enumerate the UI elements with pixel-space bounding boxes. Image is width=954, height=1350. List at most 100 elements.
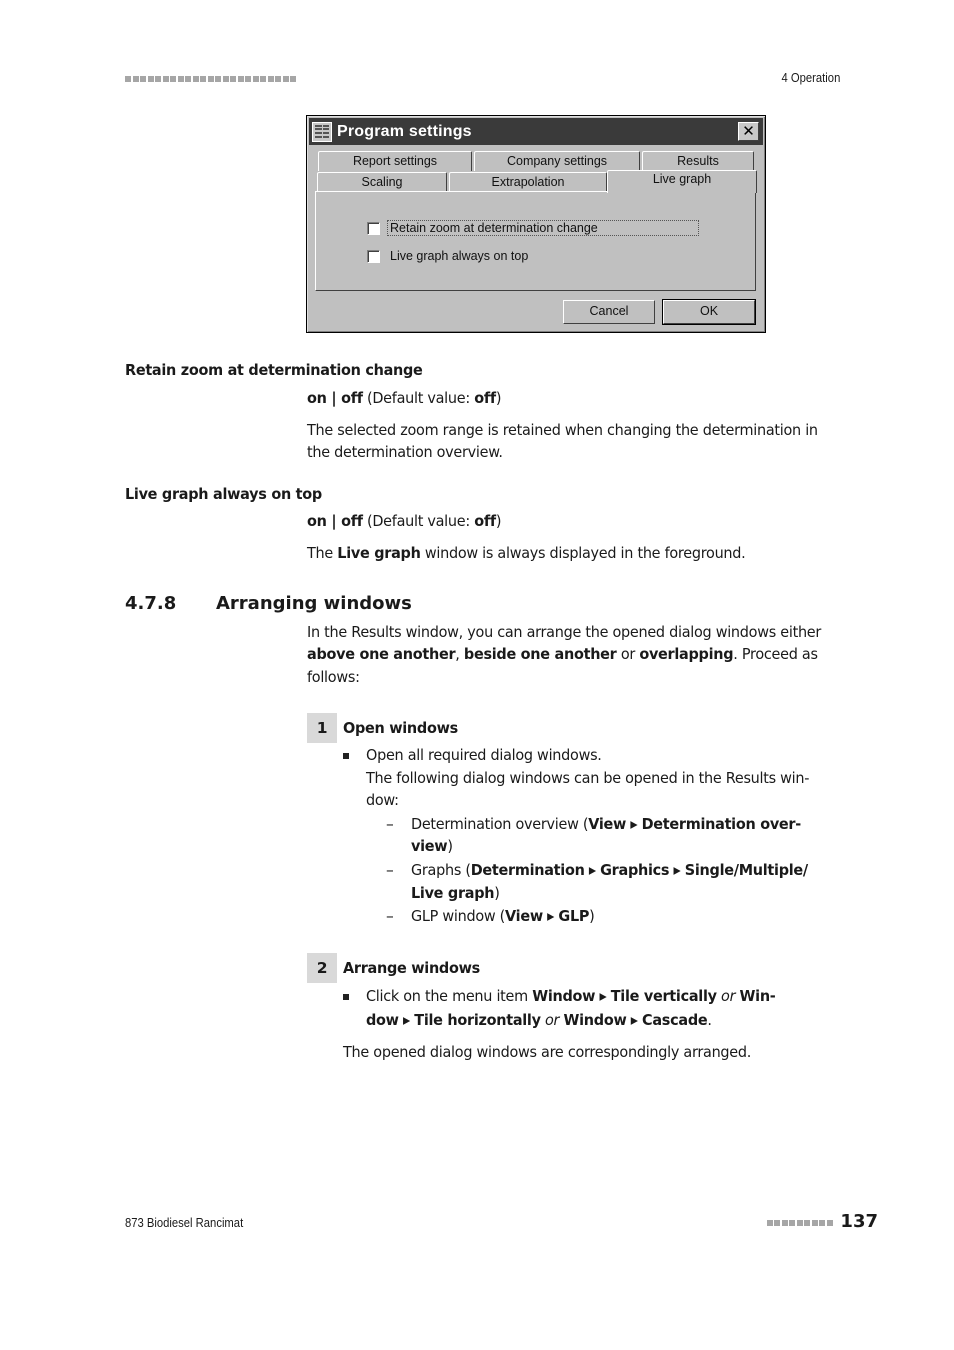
footer-page: 137 [766, 1211, 878, 1232]
menu-path: Window [532, 987, 596, 1005]
section-intro-line1: In the Results window, you can arrange t… [307, 623, 822, 641]
default-value: off [474, 512, 496, 530]
param-title-live-graph-on-top: Live graph always on top [125, 485, 322, 503]
sub-text: ) [494, 884, 500, 902]
intro-text: or [616, 645, 640, 663]
menu-path: Live graph [411, 884, 495, 902]
value-sep: | [326, 389, 342, 407]
step2-instruction-line2: dow ▸ Tile horizontally or Window ▸ Casc… [366, 1009, 712, 1032]
step-number: 1 [307, 713, 337, 743]
dialog-titlebar: Program settings ✕ [309, 118, 763, 145]
value-off: off [341, 389, 363, 407]
retain-zoom-option[interactable]: Retain zoom at determination change [367, 220, 699, 236]
step-number: 2 [307, 953, 337, 983]
menu-path: Single/Multiple/ [684, 861, 808, 879]
ok-button[interactable]: OK [662, 299, 756, 325]
tab-results[interactable]: Results [642, 151, 754, 171]
step-bullet-text: Open all required dialog windows. [366, 746, 602, 764]
tab-live-graph[interactable]: Live graph [607, 170, 757, 193]
step-title: Arrange windows [343, 959, 480, 977]
section-number: 4.7.8 [125, 593, 177, 614]
menu-arrow-icon: ▸ [669, 861, 685, 879]
section-heading: 4.7.8 Arranging windows [125, 593, 412, 614]
menu-path: dow [366, 1011, 399, 1029]
retain-zoom-checkbox[interactable] [367, 221, 380, 235]
menu-arrow-icon: ▸ [626, 1011, 643, 1029]
intro-bold: overlapping [639, 645, 734, 663]
sub-text: Determination overview ( [411, 815, 589, 833]
section-intro-line2: above one another, beside one another or… [307, 643, 837, 666]
menu-path: view [411, 837, 448, 855]
menu-path: Determination over- [641, 815, 802, 833]
section-intro-line3: follows: [307, 668, 360, 686]
cancel-button[interactable]: Cancel [563, 300, 655, 324]
program-settings-dialog: Program settings ✕ Report settings Compa… [306, 115, 766, 333]
param-values-retain-zoom: on | off (Default value: off) [307, 387, 837, 410]
header-decoration [125, 74, 298, 84]
footer-product-name: 873 Biodiesel Rancimat [125, 1216, 244, 1230]
sub-text: ) [447, 837, 453, 855]
value-on: on [307, 389, 327, 407]
dash-icon: – [386, 861, 394, 879]
tab-report-settings[interactable]: Report settings [318, 151, 472, 171]
sub-item-graphs: Graphs (Determination ▸ Graphics ▸ Singl… [411, 859, 808, 882]
instr-text: . [707, 1011, 712, 1029]
menu-path: View [505, 907, 543, 925]
instr-or: or [716, 987, 740, 1005]
desc-text: window is always displayed in the foregr… [420, 544, 746, 562]
desc-text: The [307, 544, 338, 562]
tab-extrapolation[interactable]: Extrapolation [449, 172, 607, 192]
section-title: Arranging windows [216, 593, 412, 614]
live-graph-on-top-checkbox[interactable] [367, 249, 380, 263]
live-graph-on-top-option[interactable]: Live graph always on top [367, 249, 528, 263]
menu-arrow-icon: ▸ [584, 861, 601, 879]
menu-arrow-icon: ▸ [542, 907, 559, 925]
value-on: on [307, 512, 327, 530]
menu-path: GLP [558, 907, 590, 925]
default-prefix: (Default value: [362, 389, 475, 407]
value-off: off [341, 512, 363, 530]
menu-path: Determination [470, 861, 585, 879]
intro-text: . Proceed as [733, 645, 818, 663]
step-note-line1: The following dialog windows can be open… [366, 769, 810, 787]
tab-scaling[interactable]: Scaling [317, 172, 447, 192]
menu-path: Tile vertically [610, 987, 717, 1005]
bullet-icon [343, 753, 349, 759]
sub-item-determination-overview-cont: view) [411, 835, 453, 858]
menu-path: Cascade [642, 1011, 708, 1029]
param-title-retain-zoom: Retain zoom at determination change [125, 361, 423, 379]
menu-path: Graphics [600, 861, 670, 879]
sub-text: GLP window ( [411, 907, 506, 925]
instr-or: or [540, 1011, 564, 1029]
step2-instruction-line1: Click on the menu item Window ▸ Tile ver… [366, 985, 776, 1008]
default-suffix: ) [495, 389, 502, 407]
menu-path: Tile horizontally [414, 1011, 541, 1029]
retain-zoom-label: Retain zoom at determination change [387, 220, 699, 236]
tab-panel-live-graph [315, 191, 756, 291]
tab-company-settings[interactable]: Company settings [474, 151, 640, 171]
param-desc-retain-zoom-line2: the determination overview. [307, 443, 503, 461]
param-desc-retain-zoom-line1: The selected zoom range is retained when… [307, 421, 818, 439]
bullet-icon [343, 994, 349, 1000]
param-desc-live-graph-on-top: The Live graph window is always displaye… [307, 542, 837, 565]
step-note-line2: dow: [366, 791, 399, 809]
default-value: off [474, 389, 496, 407]
dialog-title: Program settings [337, 122, 472, 140]
sub-item-determination-overview: Determination overview (View ▸ Determina… [411, 813, 801, 836]
default-suffix: ) [495, 512, 502, 530]
intro-text: , [455, 645, 464, 663]
sub-text: ) [589, 907, 595, 925]
step2-result: The opened dialog windows are correspond… [343, 1043, 752, 1061]
desc-bold: Live graph [337, 544, 421, 562]
menu-arrow-icon: ▸ [595, 987, 611, 1005]
menu-arrow-icon: ▸ [398, 1011, 415, 1029]
close-icon[interactable]: ✕ [738, 122, 759, 141]
live-graph-on-top-label: Live graph always on top [390, 249, 529, 263]
menu-arrow-icon: ▸ [626, 815, 642, 833]
dash-icon: – [386, 907, 394, 925]
default-prefix: (Default value: [362, 512, 475, 530]
settings-window-icon [312, 121, 332, 142]
value-sep: | [326, 512, 342, 530]
menu-path: View [588, 815, 627, 833]
intro-bold: above one another [307, 645, 456, 663]
